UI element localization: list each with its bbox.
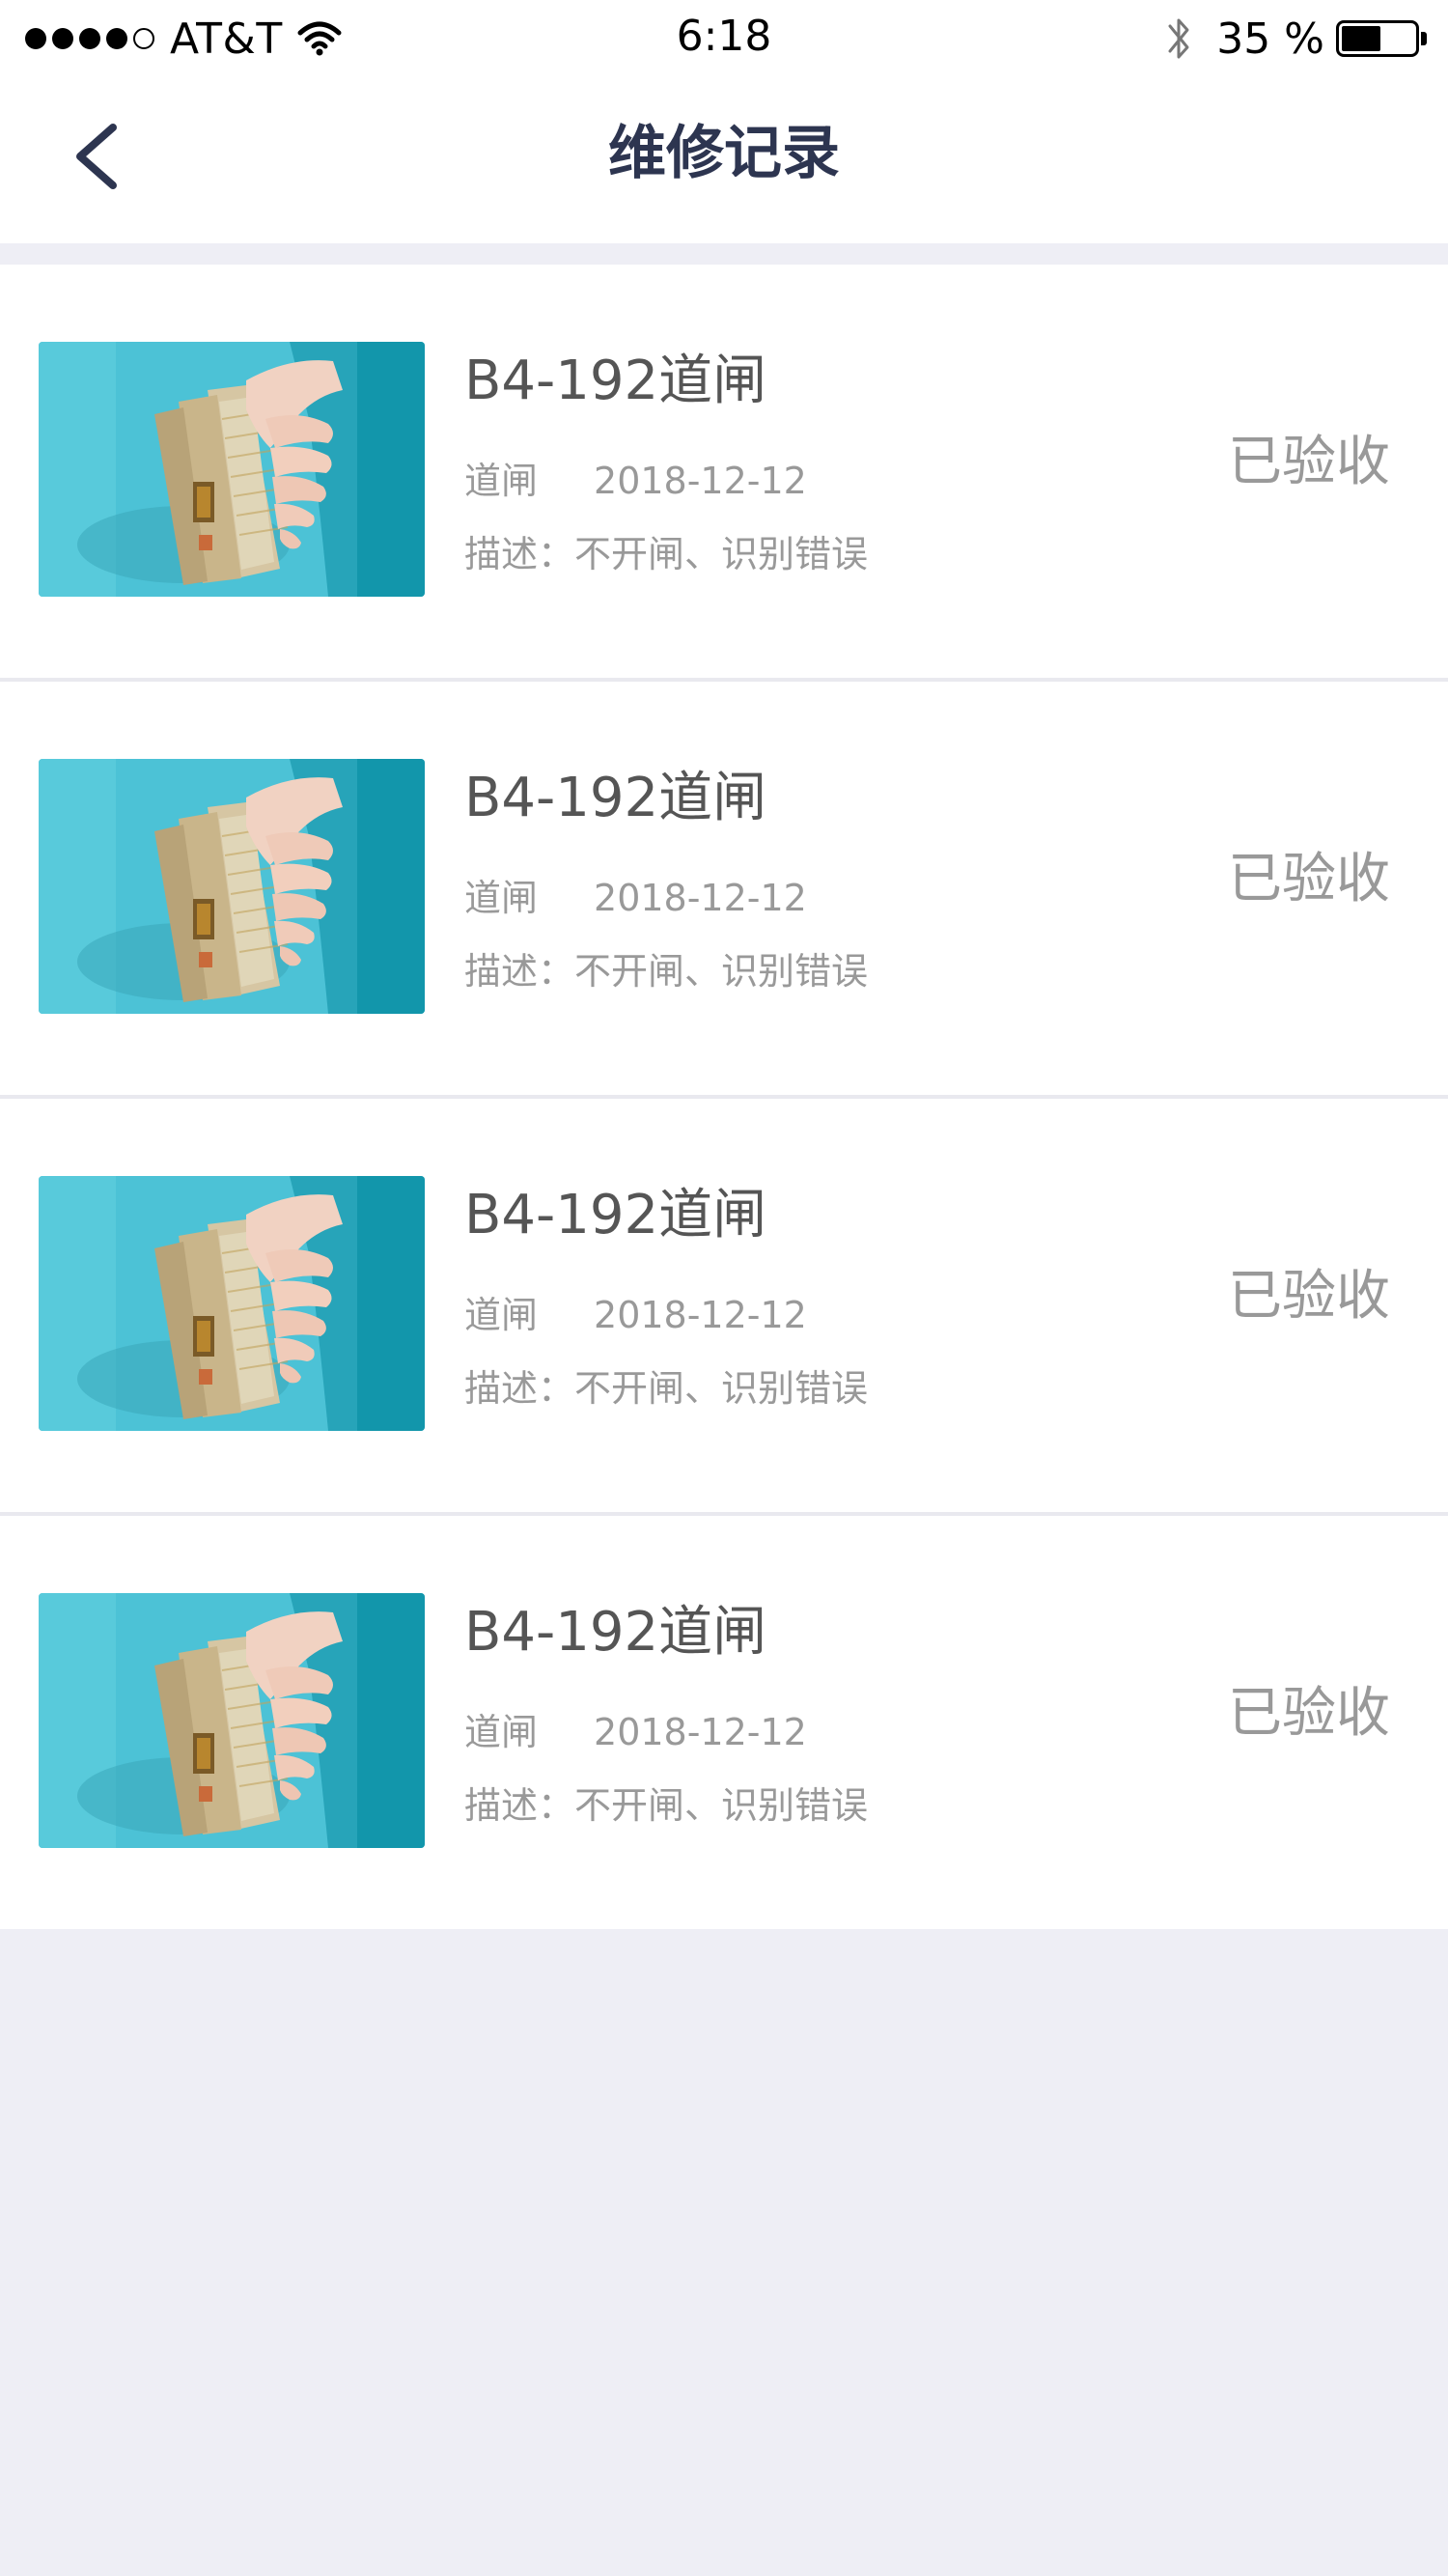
battery-nub	[1421, 32, 1427, 45]
status-bar: AT&T 6:18 35 %	[0, 0, 1448, 77]
record-item[interactable]: B4-192道闸 道闸 2018-12-12 描述：不开闸、识别错误 已验收	[0, 265, 1448, 678]
thumbnail-image	[39, 342, 425, 597]
record-type: 道闸	[464, 460, 539, 502]
navigation-bar: 维修记录	[0, 77, 1448, 243]
record-description: 描述：不开闸、识别错误	[464, 533, 869, 575]
record-title: B4-192道闸	[464, 767, 767, 829]
record-description: 描述：不开闸、识别错误	[464, 1784, 869, 1827]
thumbnail-image	[39, 1593, 425, 1848]
record-thumbnail	[39, 759, 425, 1014]
repair-record-list: B4-192道闸 道闸 2018-12-12 描述：不开闸、识别错误 已验收 B…	[0, 265, 1448, 1929]
record-thumbnail	[39, 1176, 425, 1431]
record-thumbnail	[39, 342, 425, 597]
record-date: 2018-12-12	[594, 1294, 807, 1336]
bluetooth-icon	[1168, 18, 1189, 59]
record-status: 已验收	[1228, 1682, 1390, 1745]
record-status: 已验收	[1228, 1265, 1390, 1328]
record-status: 已验收	[1228, 431, 1390, 493]
record-title: B4-192道闸	[464, 350, 767, 412]
battery-fill	[1342, 26, 1380, 51]
record-item[interactable]: B4-192道闸 道闸 2018-12-12 描述：不开闸、识别错误 已验收	[0, 1512, 1448, 1929]
record-date: 2018-12-12	[594, 877, 807, 919]
page-title: 维修记录	[608, 120, 840, 187]
record-meta: 道闸 2018-12-12	[464, 458, 807, 504]
battery-icon	[1336, 18, 1429, 59]
record-item[interactable]: B4-192道闸 道闸 2018-12-12 描述：不开闸、识别错误 已验收	[0, 1095, 1448, 1512]
record-type: 道闸	[464, 1711, 539, 1753]
record-meta: 道闸 2018-12-12	[464, 1292, 807, 1338]
status-bar-right: 35 %	[1164, 10, 1429, 68]
thumbnail-image	[39, 1176, 425, 1431]
record-item[interactable]: B4-192道闸 道闸 2018-12-12 描述：不开闸、识别错误 已验收	[0, 678, 1448, 1095]
record-type: 道闸	[464, 877, 539, 919]
record-meta: 道闸 2018-12-12	[464, 1709, 807, 1755]
record-title: B4-192道闸	[464, 1601, 767, 1664]
thumbnail-image	[39, 759, 425, 1014]
record-description: 描述：不开闸、识别错误	[464, 1367, 869, 1410]
record-date: 2018-12-12	[594, 460, 807, 502]
record-thumbnail	[39, 1593, 425, 1848]
record-status: 已验收	[1228, 848, 1390, 910]
record-type: 道闸	[464, 1294, 539, 1336]
record-description: 描述：不开闸、识别错误	[464, 950, 869, 993]
battery-percentage: 35 %	[1216, 14, 1324, 64]
record-date: 2018-12-12	[594, 1711, 807, 1753]
record-meta: 道闸 2018-12-12	[464, 875, 807, 921]
record-title: B4-192道闸	[464, 1184, 767, 1246]
